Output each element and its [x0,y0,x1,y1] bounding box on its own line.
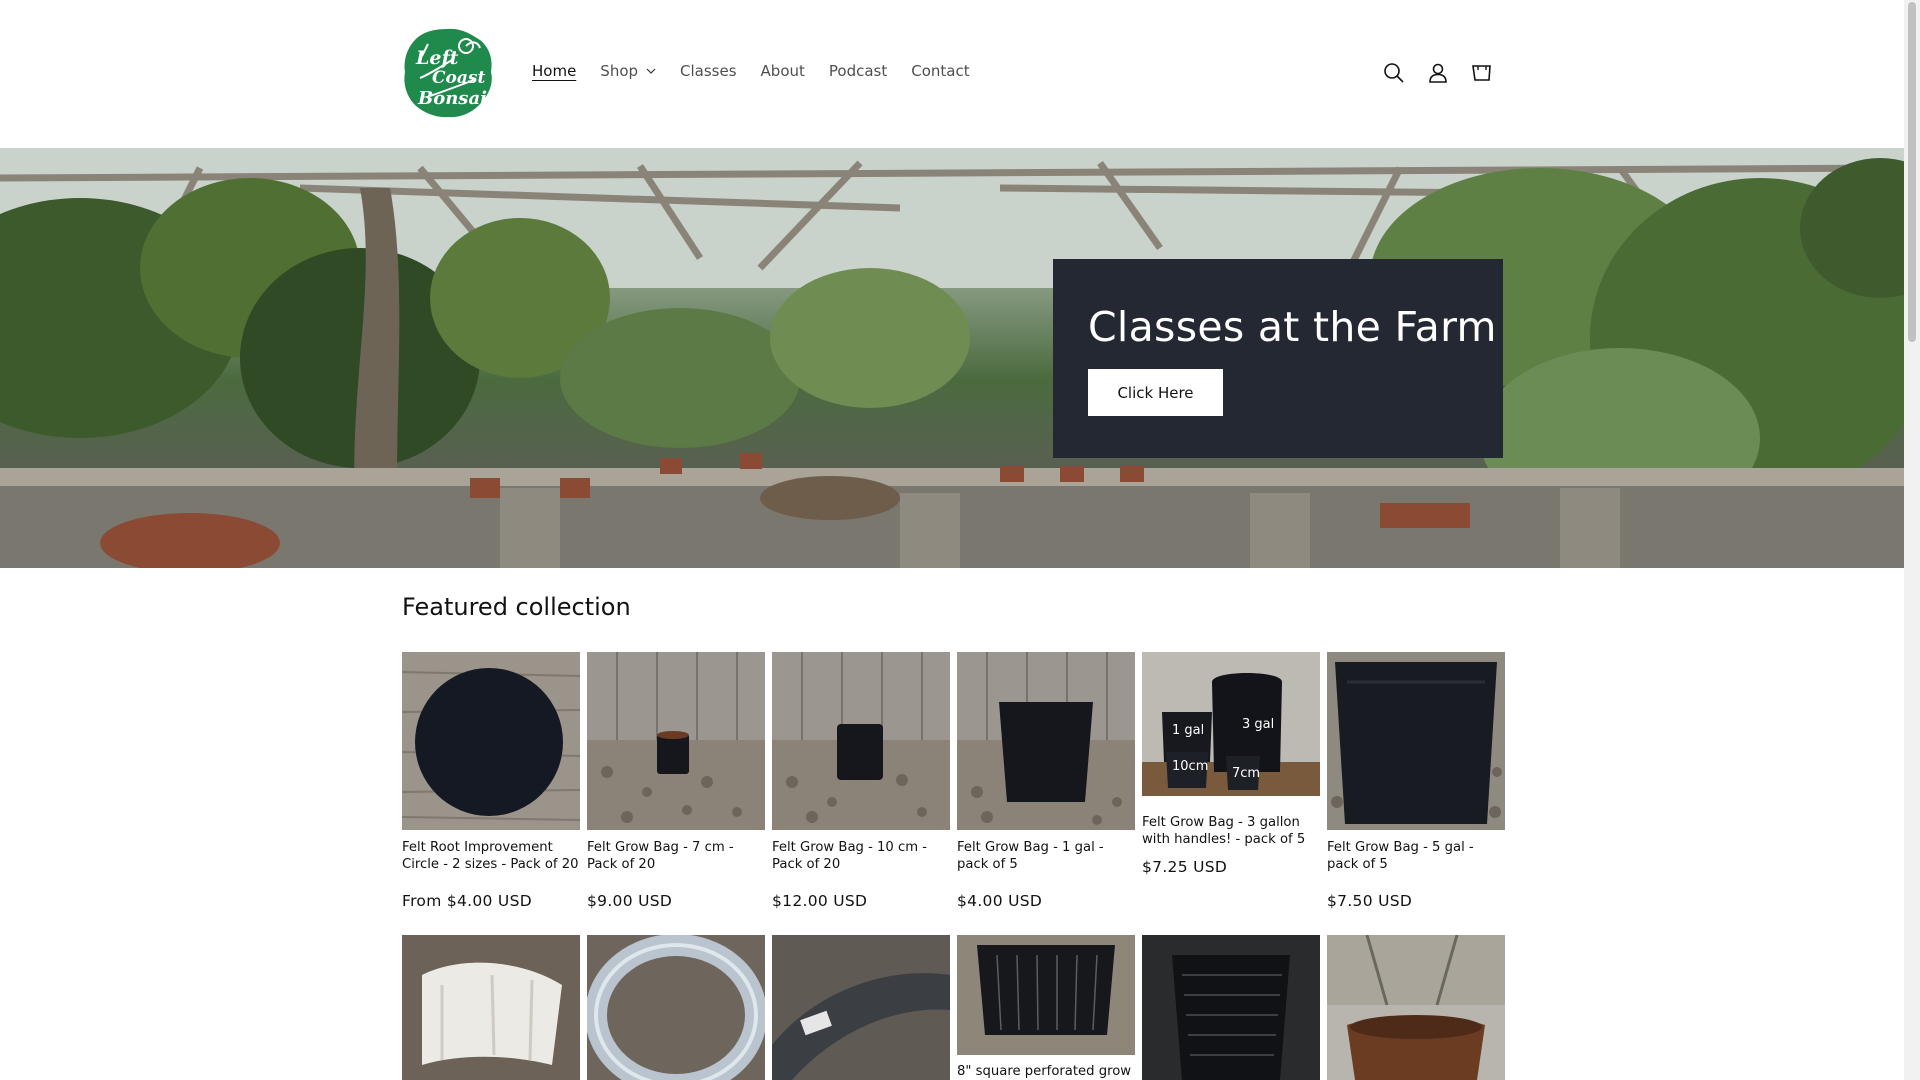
site-logo[interactable]: Left Coast Bonsai [402,26,494,120]
product-image[interactable] [1327,652,1505,830]
image-label: 3 gal [1242,717,1274,732]
svg-text:Bonsai: Bonsai [417,88,487,109]
nav-podcast-label: Podcast [828,62,888,80]
product-name[interactable]: Felt Grow Bag - 7 cm - Pack of 20 [587,839,767,873]
header-actions [1383,62,1515,84]
product-price: $7.25 USD [1142,858,1228,876]
product-name[interactable]: Felt Root Improvement Circle - 2 sizes -… [402,839,582,873]
product-image[interactable] [402,935,580,1080]
hero-callout: Classes at the Farm Click Here [1053,259,1503,458]
product-price: $7.50 USD [1327,892,1413,910]
account-icon[interactable] [1427,62,1449,84]
product-name[interactable]: 8" square perforated grow [957,1063,1137,1080]
nav-contact[interactable]: Contact [911,62,969,80]
product-image[interactable]: 1 gal 3 gal 10cm 7cm [1142,652,1320,796]
svg-text:Coast: Coast [432,68,485,88]
nav-classes[interactable]: Classes [680,62,737,80]
featured-collection-title: Featured collection [402,593,631,621]
nav-about[interactable]: About [761,62,805,80]
product-image[interactable] [957,652,1135,830]
product-image[interactable] [1327,935,1505,1080]
product-image[interactable] [772,652,950,830]
product-price: $4.00 USD [957,892,1043,910]
product-image[interactable] [1142,935,1320,1080]
product-price: $9.00 USD [587,892,673,910]
image-label: 7cm [1232,766,1260,781]
product-image[interactable] [402,652,580,830]
product-name[interactable]: Felt Grow Bag - 10 cm - Pack of 20 [772,839,952,873]
image-label: 10cm [1172,759,1208,774]
nav-shop[interactable]: Shop [600,62,656,80]
search-icon[interactable] [1383,62,1405,84]
svg-text:Left: Left [415,47,459,69]
hero-cta-button[interactable]: Click Here [1088,369,1223,416]
nav-podcast[interactable]: Podcast [829,62,887,80]
product-image[interactable] [772,935,950,1080]
nav-shop-label: Shop [600,62,639,80]
product-name[interactable]: Felt Grow Bag - 3 gallon with handles! -… [1142,814,1322,848]
product-price: $12.00 USD [772,892,868,910]
nav-contact-label: Contact [911,62,970,80]
cart-icon[interactable] [1471,62,1493,84]
product-image[interactable] [957,935,1135,1055]
chevron-down-icon [646,68,656,74]
product-price: From $4.00 USD [402,892,532,910]
scrollbar-thumb[interactable] [1908,2,1916,342]
product-image[interactable] [587,652,765,830]
nav-home[interactable]: Home [532,62,576,80]
hero-title: Classes at the Farm [1088,303,1497,351]
product-name[interactable]: Felt Grow Bag - 5 gal - pack of 5 [1327,839,1507,873]
product-name[interactable]: Felt Grow Bag - 1 gal - pack of 5 [957,839,1137,873]
nav-home-label: Home [532,62,577,80]
page-scrollbar[interactable] [1904,0,1920,1080]
main-nav: Home Shop Classes About Podcast Contact [532,62,994,80]
site-header: Left Coast Bonsai Home Shop Classes Abou… [0,0,1904,148]
hero-banner: Classes at the Farm Click Here [0,148,1904,568]
nav-classes-label: Classes [680,62,737,80]
product-image[interactable] [587,935,765,1080]
nav-about-label: About [760,62,805,80]
image-label: 1 gal [1172,723,1204,738]
hero-background-image [0,148,1904,568]
